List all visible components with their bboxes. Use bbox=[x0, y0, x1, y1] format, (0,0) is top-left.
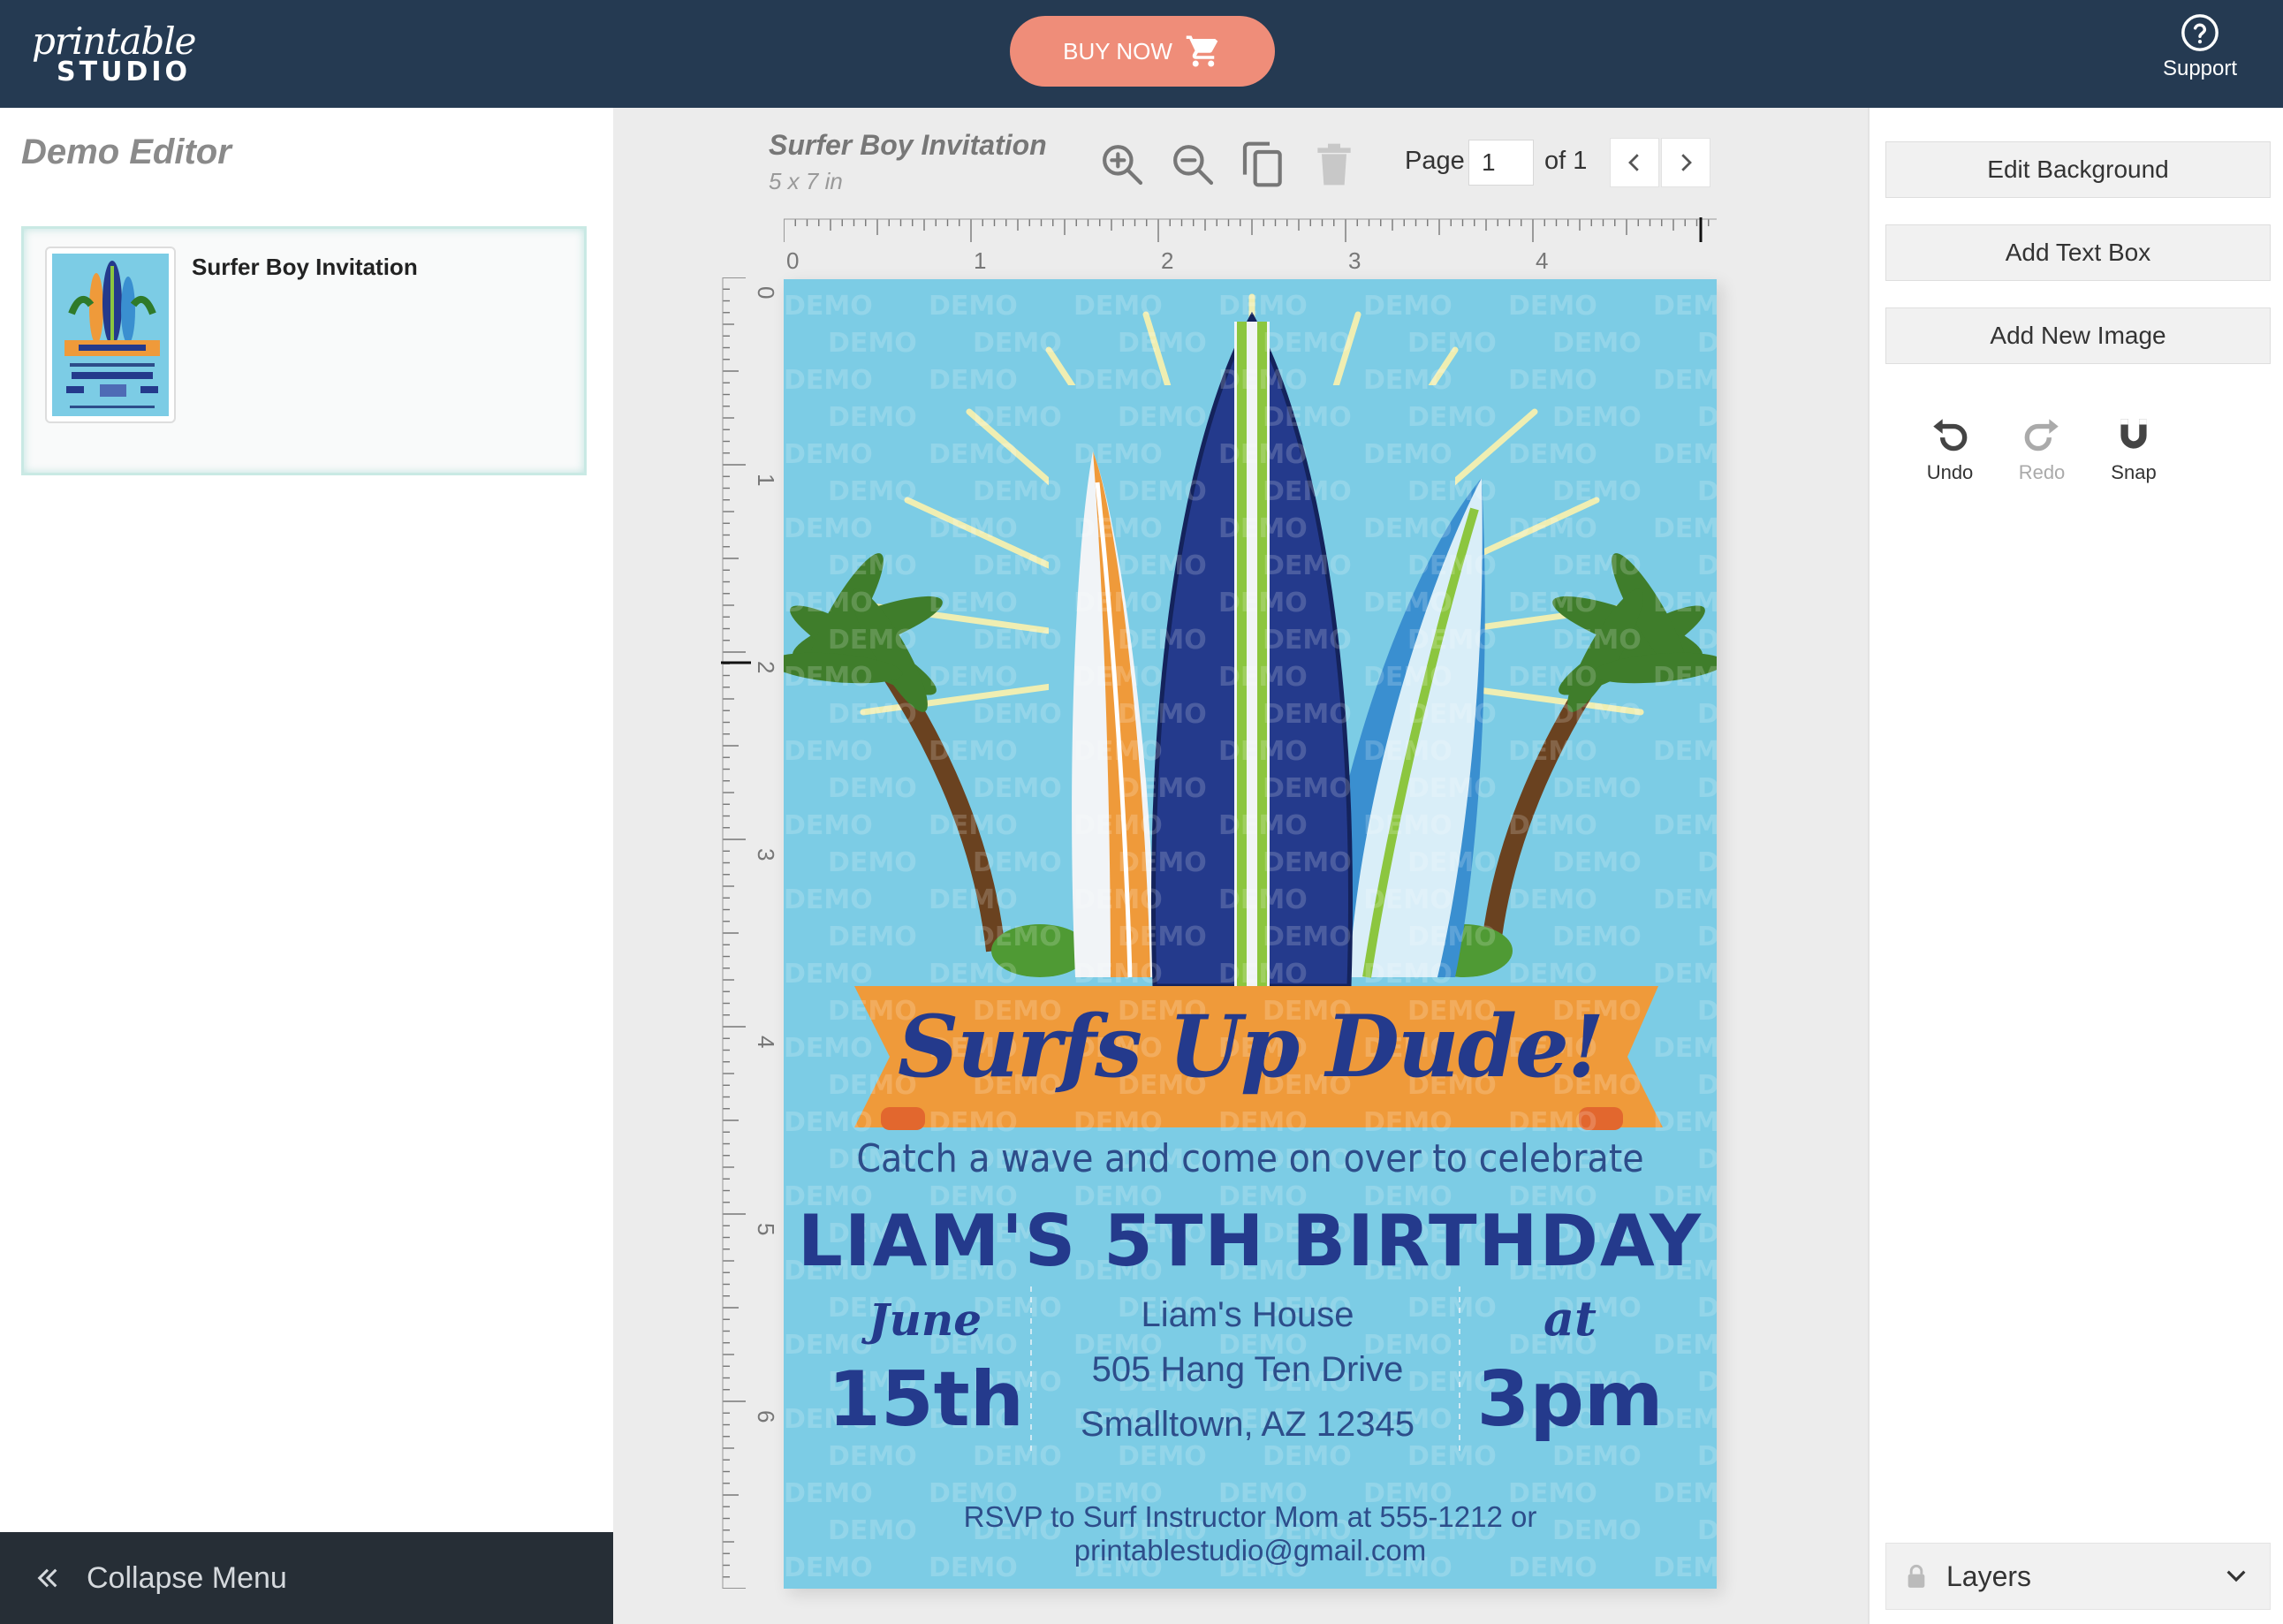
chevron-down-icon bbox=[2226, 1570, 2246, 1582]
document-title: Surfer Boy Invitation bbox=[769, 129, 1047, 161]
event-time[interactable]: 3pm bbox=[1464, 1355, 1676, 1444]
banner-headline[interactable]: Surfs Up Dude! bbox=[784, 997, 1717, 1097]
layers-label: Layers bbox=[1946, 1559, 2032, 1592]
duplicate-icon[interactable] bbox=[1239, 140, 1288, 189]
ruler-h-label-3: 3 bbox=[1348, 247, 1361, 274]
top-bar: printable STUDIO BUY NOW Support bbox=[0, 0, 2283, 108]
add-text-box-button[interactable]: Add Text Box bbox=[1885, 224, 2271, 281]
document-size: 5 x 7 in bbox=[769, 168, 843, 194]
collapse-menu-button[interactable]: Collapse Menu bbox=[0, 1532, 613, 1624]
ruler-h-label-2: 2 bbox=[1161, 247, 1173, 274]
help-circle-icon bbox=[2181, 14, 2219, 51]
collapse-menu-label: Collapse Menu bbox=[87, 1560, 287, 1595]
page-count: of 1 bbox=[1544, 147, 1588, 175]
project-name: Surfer Boy Invitation bbox=[192, 254, 418, 280]
event-at-label[interactable]: at bbox=[1482, 1290, 1658, 1347]
invitation-tagline[interactable]: Catch a wave and come on over to celebra… bbox=[784, 1136, 1717, 1181]
rsvp-line[interactable]: RSVP to Surf Instructor Mom at 555-1212 … bbox=[784, 1500, 1717, 1567]
project-card[interactable]: Surfer Boy Invitation bbox=[21, 226, 587, 475]
panel-title: Demo Editor bbox=[21, 133, 231, 171]
lock-icon bbox=[1908, 1564, 1925, 1588]
venue-street[interactable]: 505 Hang Ten Drive bbox=[1040, 1350, 1455, 1390]
ruler-v-label-4: 4 bbox=[753, 1036, 779, 1048]
snap-button[interactable]: Snap bbox=[2094, 414, 2173, 493]
chevron-right-icon bbox=[1681, 154, 1692, 171]
logo-caps-text: STUDIO bbox=[57, 57, 191, 87]
vertical-ruler: 0 1 2 3 4 5 6 bbox=[721, 277, 783, 1589]
redo-icon bbox=[2024, 419, 2059, 452]
zoom-out-icon[interactable] bbox=[1168, 140, 1217, 189]
previous-page-button[interactable] bbox=[1610, 138, 1659, 187]
event-month[interactable]: June bbox=[837, 1294, 1013, 1346]
ruler-v-label-3: 3 bbox=[753, 848, 779, 861]
delete-icon[interactable] bbox=[1309, 140, 1359, 189]
event-day[interactable]: 15th bbox=[828, 1355, 1024, 1444]
next-page-button[interactable] bbox=[1661, 138, 1710, 187]
horizontal-ruler: 0 1 2 3 4 bbox=[784, 217, 1717, 277]
undo-button[interactable]: Undo bbox=[1910, 414, 1990, 493]
ruler-v-label-2: 2 bbox=[753, 661, 779, 673]
magnet-icon bbox=[2120, 419, 2147, 449]
zoom-in-icon[interactable] bbox=[1097, 140, 1147, 189]
design-canvas[interactable]: DEMODEMODEMODEMODEMODEMODEMODEMODEMODEMO… bbox=[784, 279, 1717, 1589]
undo-icon bbox=[1933, 419, 1968, 452]
left-panel: Demo Editor Surfer Boy Invitation Collap… bbox=[0, 108, 613, 1624]
editor-workspace: Surfer Boy Invitation 5 x 7 in Page of 1… bbox=[613, 108, 1868, 1624]
venue-name[interactable]: Liam's House bbox=[1040, 1295, 1455, 1335]
layers-toggle[interactable]: Layers bbox=[1885, 1543, 2271, 1610]
redo-label: Redo bbox=[2018, 461, 2066, 483]
edit-background-button[interactable]: Edit Background bbox=[1885, 141, 2271, 198]
ruler-h-label-1: 1 bbox=[974, 247, 986, 274]
buy-now-label: BUY NOW bbox=[1063, 37, 1172, 65]
chevron-left-icon bbox=[1628, 154, 1639, 171]
ruler-v-label-0: 0 bbox=[753, 286, 779, 299]
snap-label: Snap bbox=[2111, 461, 2157, 483]
ruler-v-label-5: 5 bbox=[753, 1223, 779, 1235]
ruler-h-label-4: 4 bbox=[1536, 247, 1548, 274]
page-number-input[interactable] bbox=[1468, 140, 1534, 186]
right-palm-tree bbox=[1481, 553, 1717, 952]
page-label: Page bbox=[1405, 147, 1465, 175]
buy-now-button[interactable]: BUY NOW bbox=[1010, 16, 1275, 87]
venue-city[interactable]: Smalltown, AZ 12345 bbox=[1040, 1405, 1455, 1445]
support-label: Support bbox=[2162, 57, 2238, 80]
undo-label: Undo bbox=[1926, 461, 1974, 483]
ruler-h-label-0: 0 bbox=[786, 247, 799, 274]
printable-studio-logo[interactable]: printable STUDIO bbox=[32, 19, 200, 90]
double-chevron-left-icon bbox=[37, 1568, 57, 1588]
birthday-headline[interactable]: LIAM'S 5TH BIRTHDAY bbox=[784, 1200, 1717, 1282]
project-thumbnail bbox=[45, 247, 176, 423]
shopping-cart-icon bbox=[1186, 35, 1218, 67]
left-palm-tree bbox=[784, 553, 1005, 952]
ruler-v-label-1: 1 bbox=[753, 474, 779, 486]
support-button[interactable]: Support bbox=[2156, 12, 2244, 97]
ruler-v-label-6: 6 bbox=[753, 1410, 779, 1423]
right-panel: Edit Background Add Text Box Add New Ima… bbox=[1868, 108, 2283, 1624]
redo-button[interactable]: Redo bbox=[2002, 414, 2082, 493]
add-new-image-button[interactable]: Add New Image bbox=[1885, 307, 2271, 364]
